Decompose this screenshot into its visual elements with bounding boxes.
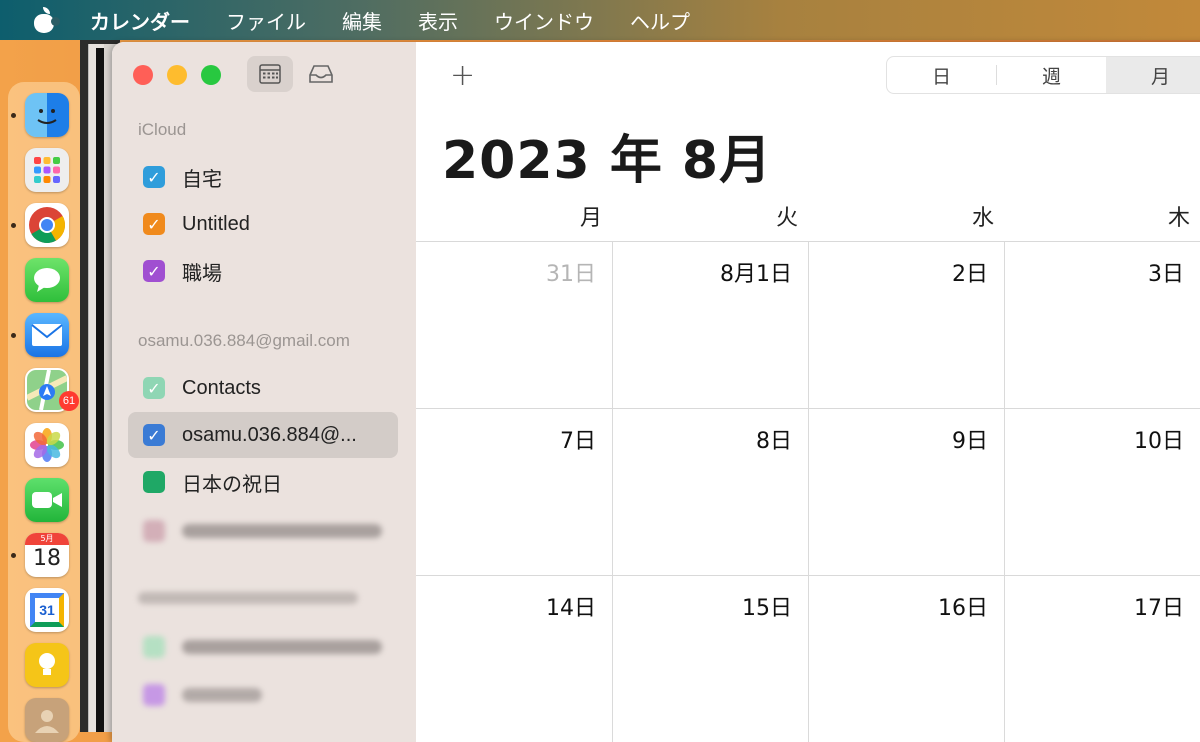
calendar-grid-icon bbox=[259, 64, 281, 84]
calendar-list-button[interactable] bbox=[247, 56, 293, 92]
calendar-item-gmail[interactable]: ✓ osamu.036.884@... bbox=[128, 412, 398, 458]
google-calendar-day: 31 bbox=[30, 593, 64, 627]
grid-line bbox=[612, 242, 613, 742]
calendar-item-label: 職場 bbox=[182, 262, 222, 285]
keep-icon[interactable] bbox=[25, 643, 69, 687]
calendar-item-label: osamu.036.884@... bbox=[182, 423, 357, 446]
redacted-calendar-item bbox=[128, 672, 398, 718]
menu-app-name[interactable]: カレンダー bbox=[90, 6, 190, 35]
calendar-icon-month: 5月 bbox=[25, 533, 69, 545]
checkbox-checked-icon[interactable]: ✓ bbox=[143, 424, 165, 446]
calendar-app-icon[interactable]: 5月 18 bbox=[25, 533, 69, 577]
calendar-item-home[interactable]: ✓ 自宅 bbox=[128, 154, 398, 200]
calendar-item-label: 日本の祝日 bbox=[182, 473, 282, 496]
running-indicator bbox=[11, 223, 16, 228]
weekday-header-tue: 火 bbox=[775, 206, 798, 231]
menu-help[interactable]: ヘルプ bbox=[630, 6, 690, 35]
checkbox-checked-icon[interactable]: ✓ bbox=[143, 166, 165, 188]
chrome-icon[interactable] bbox=[25, 203, 69, 247]
launchpad-icon[interactable] bbox=[25, 148, 69, 192]
calendar-item-label: Untitled bbox=[182, 212, 250, 235]
apple-menu-icon[interactable] bbox=[32, 7, 60, 33]
day-cell-label[interactable]: 8月1日 bbox=[622, 256, 792, 288]
mail-icon[interactable] bbox=[25, 313, 69, 357]
weekday-header-wed: 水 bbox=[971, 206, 994, 231]
running-indicator bbox=[11, 333, 16, 338]
menu-window[interactable]: ウインドウ bbox=[494, 6, 594, 35]
redacted-calendar-item bbox=[128, 624, 398, 670]
mail-badge: 61 bbox=[59, 391, 79, 411]
calendar-item-contacts[interactable]: ✓ Contacts bbox=[128, 365, 398, 411]
calendar-window: iCloud ✓ 自宅 ✓ Untitled ✓ 職場 osamu.036.88… bbox=[112, 42, 1200, 742]
day-cell-label[interactable]: 31日 bbox=[426, 256, 596, 288]
tab-week[interactable]: 週 bbox=[997, 57, 1106, 93]
menu-file[interactable]: ファイル bbox=[226, 6, 306, 35]
calendar-item-japan-holidays[interactable]: 日本の祝日 bbox=[128, 459, 398, 505]
grid-line bbox=[1004, 242, 1005, 742]
day-cell-label[interactable]: 17日 bbox=[1014, 590, 1184, 622]
google-calendar-icon[interactable]: 31 bbox=[25, 588, 69, 632]
contacts-icon[interactable] bbox=[25, 698, 69, 742]
view-switcher: 日 週 月 bbox=[886, 56, 1200, 94]
checkbox-checked-icon[interactable]: ✓ bbox=[143, 377, 165, 399]
weekday-header-thu: 木 bbox=[1167, 206, 1190, 231]
day-cell-label[interactable]: 3日 bbox=[1014, 256, 1184, 288]
photos-icon[interactable] bbox=[25, 423, 69, 467]
minimize-window-button[interactable] bbox=[167, 65, 187, 85]
inbox-button[interactable] bbox=[298, 56, 344, 92]
calendar-item-work[interactable]: ✓ 職場 bbox=[128, 248, 398, 294]
day-cell-label[interactable]: 15日 bbox=[622, 590, 792, 622]
day-cell-label[interactable]: 7日 bbox=[426, 423, 596, 455]
weekday-header-mon: 月 bbox=[579, 206, 602, 231]
calendar-item-label: 自宅 bbox=[182, 168, 222, 191]
calendar-icon-day: 18 bbox=[33, 546, 61, 571]
calendar-item-label: Contacts bbox=[182, 376, 261, 399]
day-cell-label[interactable]: 8日 bbox=[622, 423, 792, 455]
sidebar: iCloud ✓ 自宅 ✓ Untitled ✓ 職場 osamu.036.88… bbox=[112, 42, 417, 742]
redacted-section-title bbox=[138, 592, 358, 604]
checkbox-checked-icon[interactable]: ✓ bbox=[143, 260, 165, 282]
month-title: 2023 年 8月 bbox=[442, 131, 773, 191]
running-indicator bbox=[11, 553, 16, 558]
menu-bar: カレンダー ファイル 編集 表示 ウインドウ ヘルプ bbox=[0, 0, 1200, 40]
checkbox-checked-icon[interactable]: ✓ bbox=[143, 213, 165, 235]
menu-view[interactable]: 表示 bbox=[418, 6, 458, 35]
tab-month[interactable]: 月 bbox=[1106, 57, 1200, 93]
icloud-section-title: iCloud bbox=[138, 120, 187, 139]
inbox-tray-icon bbox=[309, 65, 333, 83]
day-cell-label[interactable]: 2日 bbox=[818, 256, 988, 288]
facetime-icon[interactable] bbox=[25, 478, 69, 522]
dock: 5月 18 31 61 bbox=[8, 82, 80, 742]
calendar-main: + 日 週 月 2023 年 8月 月 火 水 木 31日 8月1日 2日 3日… bbox=[416, 42, 1200, 742]
day-cell-label[interactable]: 9日 bbox=[818, 423, 988, 455]
add-event-button[interactable]: + bbox=[450, 58, 475, 93]
menu-edit[interactable]: 編集 bbox=[342, 6, 382, 35]
day-cell-label[interactable]: 16日 bbox=[818, 590, 988, 622]
day-cell-label[interactable]: 10日 bbox=[1014, 423, 1184, 455]
calendar-item-untitled[interactable]: ✓ Untitled bbox=[128, 201, 398, 247]
grid-line bbox=[808, 242, 809, 742]
close-window-button[interactable] bbox=[133, 65, 153, 85]
finder-icon[interactable] bbox=[25, 93, 69, 137]
day-cell-label[interactable]: 14日 bbox=[426, 590, 596, 622]
running-indicator bbox=[11, 113, 16, 118]
messages-icon[interactable] bbox=[25, 258, 69, 302]
zoom-window-button[interactable] bbox=[201, 65, 221, 85]
gmail-section-title: osamu.036.884@gmail.com bbox=[138, 331, 350, 350]
tab-day[interactable]: 日 bbox=[887, 57, 996, 93]
checkbox-unchecked-icon[interactable] bbox=[143, 471, 165, 493]
redacted-calendar-item bbox=[128, 508, 398, 554]
